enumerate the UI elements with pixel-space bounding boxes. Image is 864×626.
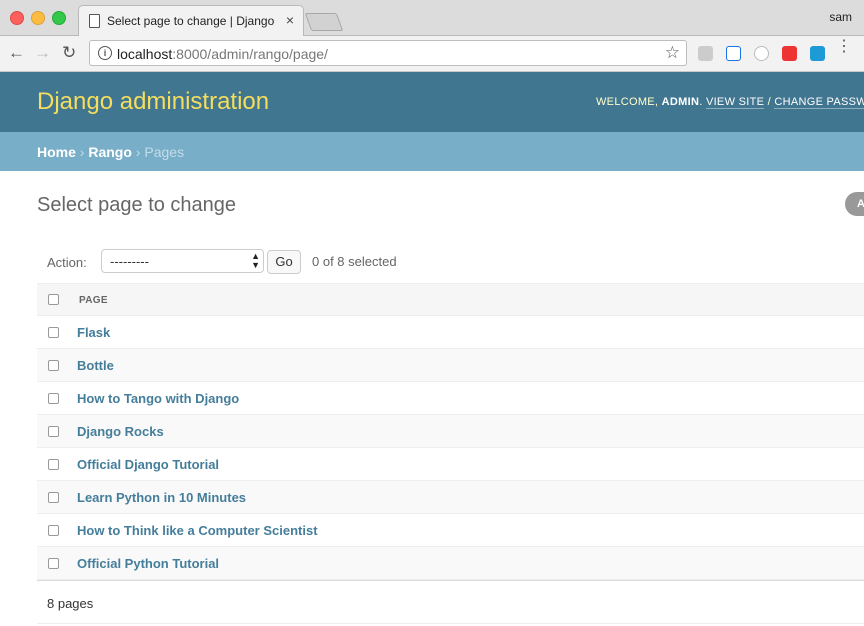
view-site-link[interactable]: VIEW SITE — [705, 96, 765, 109]
user-tools: WELCOME, ADMIN. VIEW SITE / CHANGE PASSW… — [596, 96, 864, 109]
url-host: localhost — [117, 46, 173, 62]
window-controls — [10, 11, 66, 25]
breadcrumb-separator: › — [131, 144, 145, 160]
selected-count: 0 of 8 selected — [312, 254, 397, 269]
table-row: Learn Python in 10 Minutes — [37, 481, 864, 514]
browser-tab-bar: Select page to change | Django site admi… — [0, 0, 864, 36]
screenshot-extension-icon[interactable] — [726, 46, 741, 61]
paginator: 8 pages — [37, 580, 864, 624]
actions-bar: Action: --------- ▲ ▼ Go 0 of 8 selected — [37, 245, 864, 283]
address-bar[interactable]: i localhost:8000/admin/rango/page/ ☆ — [89, 40, 687, 66]
row-checkbox[interactable] — [48, 426, 59, 437]
page-title: Select page to change — [37, 194, 237, 216]
row-checkbox[interactable] — [48, 459, 59, 470]
browser-tab-active[interactable]: Select page to change | Django site admi… — [78, 5, 304, 36]
paginator-count: 8 pages — [47, 596, 94, 611]
back-icon[interactable]: ← — [8, 43, 25, 63]
row-link[interactable]: Official Django Tutorial — [77, 457, 219, 472]
table-row: Official Python Tutorial — [37, 547, 864, 580]
row-link[interactable]: Official Python Tutorial — [77, 556, 219, 571]
select-arrows-icon: ▲ ▼ — [251, 251, 260, 270]
reload-icon[interactable]: ↻ — [62, 43, 76, 63]
url-text[interactable]: localhost:8000/admin/rango/page/ — [117, 46, 328, 62]
breadcrumb-separator: › — [75, 144, 89, 160]
go-button[interactable]: Go — [267, 250, 301, 274]
action-select[interactable]: --------- ▲ ▼ — [101, 249, 264, 273]
tab-close-icon[interactable]: × — [286, 12, 294, 28]
forward-icon[interactable]: → — [34, 43, 51, 63]
bookmark-star-icon[interactable]: ☆ — [665, 43, 680, 63]
tab-title: Select page to change | Django site admi… — [107, 14, 277, 28]
row-link[interactable]: Django Rocks — [77, 424, 164, 439]
row-checkbox[interactable] — [48, 558, 59, 569]
maximize-window-button[interactable] — [52, 11, 66, 25]
action-select-value: --------- — [110, 254, 149, 269]
table-row: How to Tango with Django — [37, 382, 864, 415]
row-checkbox[interactable] — [48, 393, 59, 404]
profile-name[interactable]: sam — [829, 10, 852, 24]
page-icon — [89, 14, 100, 28]
table-header: PAGE — [37, 283, 864, 316]
add-page-button[interactable]: ADD PAGE + — [845, 192, 864, 258]
table-row: Official Django Tutorial — [37, 448, 864, 481]
browser-toolbar: ← → ↻ i localhost:8000/admin/rango/page/… — [0, 36, 864, 72]
breadcrumb-home[interactable]: Home — [37, 144, 76, 160]
site-branding[interactable]: Django administration — [37, 88, 269, 116]
action-label: Action: — [47, 255, 87, 270]
close-window-button[interactable] — [10, 11, 24, 25]
row-link[interactable]: How to Think like a Computer Scientist — [77, 523, 318, 538]
row-link[interactable]: Learn Python in 10 Minutes — [77, 490, 246, 505]
change-password-link[interactable]: CHANGE PASSWORD — [774, 96, 864, 109]
welcome-text: WELCOME, — [596, 96, 662, 108]
info-icon[interactable]: i — [98, 46, 112, 60]
browser-menu-icon[interactable]: ⋮ — [836, 39, 852, 55]
url-path: :8000/admin/rango/page/ — [172, 46, 328, 62]
row-link[interactable]: Flask — [77, 325, 110, 340]
user-tools-separator: / — [764, 96, 775, 108]
row-checkbox[interactable] — [48, 360, 59, 371]
forward-extension-icon[interactable] — [782, 46, 797, 61]
reader-extension-icon[interactable] — [810, 46, 825, 61]
table-row: Bottle — [37, 349, 864, 382]
username: ADMIN — [661, 96, 700, 108]
row-checkbox[interactable] — [48, 327, 59, 338]
minimize-window-button[interactable] — [31, 11, 45, 25]
table-row: Django Rocks — [37, 415, 864, 448]
row-checkbox[interactable] — [48, 492, 59, 503]
breadcrumb-current: Pages — [144, 144, 185, 160]
admin-header: Django administration WELCOME, ADMIN. VI… — [0, 72, 864, 132]
row-checkbox[interactable] — [48, 525, 59, 536]
row-link[interactable]: Bottle — [77, 358, 114, 373]
breadcrumb: Home › Rango › Pages — [0, 132, 864, 171]
breadcrumb-rango[interactable]: Rango — [88, 144, 132, 160]
column-header-page[interactable]: PAGE — [79, 295, 108, 306]
table-row: Flask — [37, 316, 864, 349]
music-extension-icon[interactable] — [698, 46, 713, 61]
row-link[interactable]: How to Tango with Django — [77, 391, 239, 406]
code-extension-icon[interactable] — [754, 46, 769, 61]
table-row: How to Think like a Computer Scientist — [37, 514, 864, 547]
new-tab-button[interactable] — [304, 13, 344, 31]
select-all-checkbox[interactable] — [48, 294, 59, 305]
